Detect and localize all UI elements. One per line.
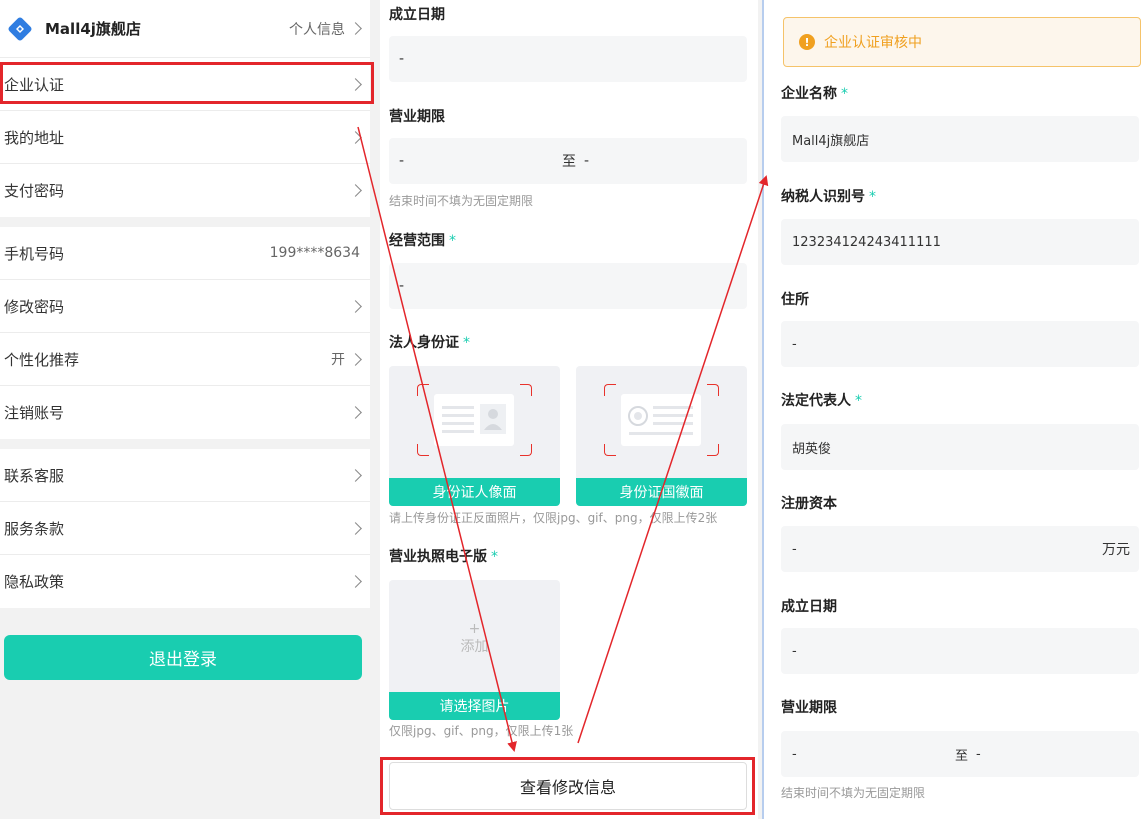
- chevron-right-icon: [349, 130, 362, 144]
- id-front-upload[interactable]: 身份证人像面: [389, 366, 560, 506]
- menu-item-label: 手机号码: [4, 244, 65, 263]
- business-term-start[interactable]: -: [399, 153, 562, 169]
- business-term-label: 营业期限: [781, 700, 837, 716]
- auth-review-panel: ! 企业认证审核中 企业名称 * Mall4j旗舰店 纳税人识别号 * 123234…: [762, 0, 1148, 819]
- menu-item-phone[interactable]: 手机号码 199****8634: [0, 227, 370, 280]
- legal-rep-label: 法定代表人 *: [781, 393, 862, 409]
- founding-date-label: 成立日期: [781, 599, 837, 615]
- business-term-field[interactable]: - 至 -: [389, 138, 747, 184]
- id-front-caption: 身份证人像面: [389, 478, 560, 506]
- brand: Mall4j旗舰店: [8, 17, 141, 41]
- capital-field: - 万元: [781, 526, 1139, 572]
- company-name-label: 企业名称 *: [781, 86, 848, 102]
- business-term-hint: 结束时间不填为无固定期限: [781, 786, 926, 800]
- menu-item-label: 注销账号: [4, 404, 65, 422]
- tax-id-label: 纳税人识别号 *: [781, 189, 876, 205]
- menu-item-privacy[interactable]: 隐私政策: [0, 555, 370, 608]
- chevron-right-icon: [349, 184, 362, 197]
- chevron-right-icon: [349, 521, 362, 535]
- menu-item-label: 个性化推荐: [4, 350, 80, 369]
- id-card-label: 法人身份证 *: [389, 335, 470, 351]
- founding-date-field[interactable]: -: [389, 36, 747, 82]
- review-notice-text: 企业认证审核中: [824, 35, 922, 51]
- menu-item-label: 隐私政策: [4, 573, 65, 591]
- menu-group-security: 手机号码 199****8634 修改密码 个性化推荐 开 注销账号: [0, 227, 370, 439]
- business-term-field: - 至 -: [781, 731, 1139, 777]
- review-notice: ! 企业认证审核中: [783, 17, 1141, 67]
- shop-header: Mall4j旗舰店 个人信息: [0, 0, 370, 58]
- chevron-right-icon: [349, 468, 362, 482]
- address-label: 住所: [781, 292, 809, 308]
- id-card-emblem-icon: [621, 394, 701, 446]
- license-upload[interactable]: + 添加 请选择图片: [389, 580, 560, 720]
- license-hint: 仅限jpg、gif、png，仅限上传1张: [389, 724, 574, 738]
- menu-item-label: 支付密码: [4, 182, 65, 200]
- profile-link[interactable]: 个人信息: [289, 19, 362, 39]
- profile-link-label: 个人信息: [289, 21, 345, 38]
- chevron-right-icon: [349, 22, 362, 35]
- company-name-field: Mall4j旗舰店: [781, 116, 1139, 162]
- brand-logo-icon: [8, 17, 32, 40]
- warning-icon: !: [799, 34, 815, 50]
- business-term-hint: 结束时间不填为无固定期限: [389, 194, 534, 208]
- capital-label: 注册资本: [781, 496, 837, 512]
- enterprise-auth-form: 成立日期 - 营业期限 - 至 - 结束时间不填为无固定期限 经营范围 * - 法…: [380, 0, 758, 819]
- menu-item-label: 服务条款: [4, 519, 65, 538]
- plus-icon: + 添加: [460, 621, 489, 655]
- scope-label: 经营范围 *: [389, 233, 456, 249]
- settings-panel: Mall4j旗舰店 个人信息 企业认证 我的地址 支付密码 手机号码 199**…: [0, 0, 370, 819]
- highlight-enterprise-auth: [0, 62, 374, 104]
- menu-item-change-password[interactable]: 修改密码: [0, 280, 370, 333]
- license-caption: 请选择图片: [389, 692, 560, 720]
- logout-button[interactable]: 退出登录: [4, 635, 362, 680]
- phone-value: 199****8634: [269, 245, 360, 261]
- menu-item-my-address[interactable]: 我的地址: [0, 111, 370, 164]
- menu-group-support: 联系客服 服务条款 隐私政策: [0, 449, 370, 608]
- legal-rep-field: 胡英俊: [781, 424, 1139, 470]
- menu-item-personalized-recommend[interactable]: 个性化推荐 开: [0, 333, 370, 386]
- chevron-right-icon: [349, 352, 362, 366]
- tax-id-field: 123234124243411111: [781, 219, 1139, 265]
- menu-item-delete-account[interactable]: 注销账号: [0, 386, 370, 439]
- chevron-right-icon: [349, 299, 362, 313]
- menu-item-label: 我的地址: [4, 128, 65, 147]
- menu-item-terms[interactable]: 服务条款: [0, 502, 370, 555]
- id-back-caption: 身份证国徽面: [576, 478, 747, 506]
- scope-field[interactable]: -: [389, 263, 747, 309]
- capital-unit: 万元: [1102, 542, 1130, 558]
- chevron-right-icon: [349, 575, 362, 588]
- chevron-right-icon: [349, 406, 362, 419]
- business-term-label: 营业期限: [389, 109, 445, 125]
- founding-date-field: -: [781, 628, 1139, 674]
- menu-item-label: 修改密码: [4, 297, 65, 316]
- shop-name: Mall4j旗舰店: [45, 20, 141, 38]
- highlight-view-button: [380, 757, 755, 815]
- menu-item-customer-service[interactable]: 联系客服: [0, 449, 370, 502]
- business-term-end[interactable]: -: [584, 153, 589, 169]
- menu-item-payment-password[interactable]: 支付密码: [0, 164, 370, 217]
- menu-item-label: 联系客服: [4, 466, 65, 485]
- recommend-status: 开: [331, 352, 345, 368]
- id-card-hint: 请上传身份证正反面照片，仅限jpg、gif、png，仅限上传2张: [389, 511, 718, 525]
- address-field: -: [781, 321, 1139, 367]
- id-back-upload[interactable]: 身份证国徽面: [576, 366, 747, 506]
- business-term-to: 至: [562, 154, 576, 170]
- founding-date-label: 成立日期: [389, 7, 445, 23]
- license-label: 营业执照电子版 *: [389, 549, 498, 565]
- id-card-portrait-icon: [434, 394, 514, 446]
